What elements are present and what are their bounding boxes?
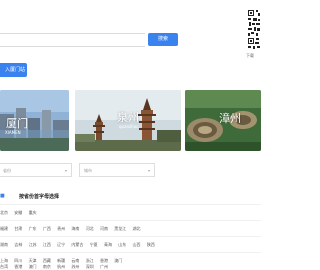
province-link[interactable]: 北京 [0,210,8,215]
section-title: 按省份首字母选择 [19,194,60,200]
qr-code [247,9,261,51]
province-link[interactable]: 海南 [71,226,79,231]
province-row: 北京 安徽 重庆 [0,210,42,216]
province-link[interactable]: 云南 [71,258,79,263]
divider [0,204,261,205]
province-link[interactable]: 安徽 [14,210,22,215]
province-link[interactable]: 澳门 [114,258,122,263]
province-link[interactable]: 新疆 [57,258,65,263]
province-row: 湖南 吉林 江苏 江西 辽宁 内蒙古 宁夏 青海 山东 山西 陕西 [0,242,160,248]
city-select[interactable]: 城市 ▾ [79,163,155,177]
province-link[interactable]: 湖南 [0,242,8,247]
province-link[interactable]: 重庆 [29,210,37,215]
province-link[interactable]: 青海 [104,242,112,247]
province-link[interactable]: 宁夏 [90,242,98,247]
select-value: 省份 [3,168,11,173]
select-value: 城市 [84,168,92,173]
province-link[interactable]: 山西 [133,242,141,247]
search-button[interactable]: 搜索 [148,33,178,46]
province-link[interactable]: 辽宁 [57,242,65,247]
province-link[interactable]: 陕西 [147,242,155,247]
province-link[interactable]: 浙江 [86,258,94,263]
province-link[interactable]: 江苏 [29,242,37,247]
province-link[interactable]: 甘肃 [14,226,22,231]
province-link[interactable]: 四川 [14,258,22,263]
section-marker-icon: ■ [0,193,5,199]
province-link[interactable]: 贵州 [57,226,65,231]
city-name: 泉州 [117,111,139,124]
province-link[interactable]: 湖北 [133,226,141,231]
province-link[interactable]: 山东 [118,242,126,247]
province-link[interactable]: 广东 [29,226,37,231]
divider [0,252,261,253]
city-pinyin: XIAMEN [5,130,21,135]
province-link[interactable]: 福建 [0,226,8,231]
province-link[interactable]: 广州 [100,264,108,269]
province-row: 福建 甘肃 广东 广西 贵州 海南 河北 河南 黑龙江 湖北 [0,226,146,232]
qr-caption: 下载 [246,53,254,58]
province-link[interactable]: 深圳 [86,264,94,269]
province-link[interactable]: 苏州 [71,264,79,269]
province-link[interactable]: 吉林 [14,242,22,247]
province-link[interactable]: 香港 [100,258,108,263]
province-link[interactable]: 台湾 [0,264,8,269]
divider [0,220,261,221]
city-card-zhangzhou[interactable]: 漳州 [185,90,261,151]
province-link[interactable]: 河北 [86,226,94,231]
province-link[interactable]: 内蒙古 [71,242,83,247]
province-link[interactable]: 江西 [43,242,51,247]
city-pinyin: quanzhou [119,124,139,129]
province-link[interactable]: 南京 [43,264,51,269]
province-link[interactable]: 杭州 [57,264,65,269]
city-card-quanzhou[interactable]: 泉州 quanzhou [75,90,181,151]
city-name: 厦门 [6,117,28,130]
province-link[interactable]: 广西 [43,226,51,231]
province-link[interactable]: 上海 [0,258,8,263]
province-link[interactable]: 香港 [14,264,22,269]
province-link[interactable]: 天津 [29,258,37,263]
province-link[interactable]: 黑龙江 [114,226,126,231]
chevron-down-icon: ▾ [147,168,150,173]
province-link[interactable]: 河南 [100,226,108,231]
search-input[interactable] [0,33,145,47]
divider [0,236,261,237]
province-select[interactable]: 省份 ▾ [0,163,72,177]
chevron-down-icon: ▾ [64,168,67,173]
city-name: 漳州 [219,112,241,125]
province-row: 台湾 香港 澳门 南京 杭州 苏州 深圳 广州 [0,264,113,270]
city-card-xiamen[interactable]: 厦门 XIAMEN [0,90,69,151]
province-link[interactable]: 澳门 [29,264,37,269]
province-link[interactable]: 西藏 [43,258,51,263]
enter-xiamen-button[interactable]: 入厦门站 [0,63,27,77]
